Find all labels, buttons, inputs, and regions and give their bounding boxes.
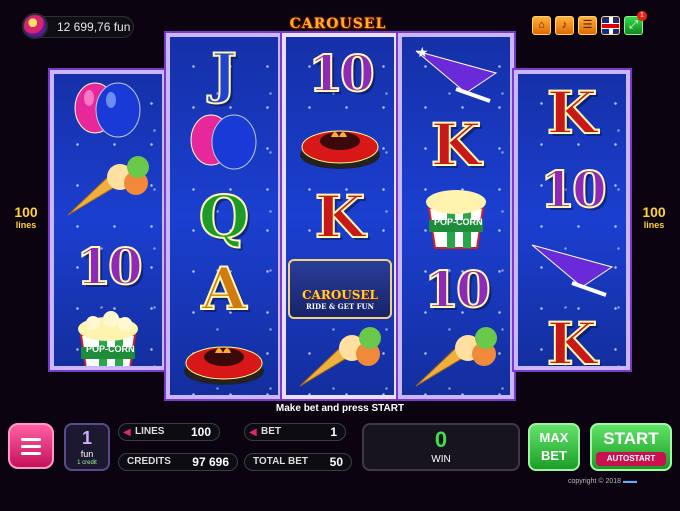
language-flag-icon[interactable] (601, 16, 620, 35)
lines-indicator-left-value: 100 (14, 204, 38, 220)
symbol-bumper-car (286, 109, 394, 181)
popcorn-icon (78, 310, 138, 366)
carousel-wild-badge: CAROUSEL RIDE & GET FUN (288, 259, 392, 319)
symbol-balloons (170, 109, 278, 181)
fullscreen-icon[interactable]: ⤢ 1 (624, 11, 647, 35)
credit-currency: fun (80, 449, 94, 459)
menu-icon-line (21, 444, 41, 448)
symbol-k: K (546, 78, 598, 148)
symbol-party-hat (518, 228, 626, 305)
reel-5: K 10 K (512, 68, 632, 372)
balance-coin-icon (22, 13, 48, 39)
sound-icon[interactable]: ♪ (555, 16, 574, 35)
chevron-left-icon[interactable]: ◀ (123, 425, 131, 441)
bumper-car-icon (184, 346, 264, 385)
win-display: 0 WIN (362, 423, 520, 471)
symbol-popcorn: POP-CORN (54, 305, 162, 366)
symbol-j: J (210, 40, 238, 106)
total-bet-display: TOTAL BET 50 (244, 453, 352, 471)
popcorn-label: POP-CORN (434, 217, 483, 227)
notification-badge: 1 (637, 11, 647, 21)
ice-cream-icon (67, 155, 149, 215)
popcorn-label: POP-CORN (86, 344, 135, 354)
developer-logo: ▬▬ (622, 478, 637, 485)
total-bet-label: TOTAL BET (253, 456, 308, 467)
reel-3: 10 K CAROUSEL RIDE & GET FUN (280, 31, 400, 401)
control-panel: 1 fun 1 credit ◀ LINES 100 ◀ BET 1 CREDI… (0, 415, 680, 511)
copyright-text: copyright © 2018 ▬▬ (568, 478, 637, 485)
credit-value: 1 (81, 428, 92, 448)
reel-1: 10 POP-CORN (48, 68, 168, 372)
lines-indicator-left: 100 lines (6, 204, 46, 232)
symbol-balloons (54, 74, 162, 151)
bet-selector[interactable]: ◀ BET 1 (244, 423, 346, 441)
total-bet-value: 50 (329, 455, 343, 469)
bet-value: 1 (330, 425, 337, 439)
symbol-10: 10 (75, 236, 144, 297)
party-hat-icon: ★ (415, 44, 498, 103)
lines-indicator-right-unit: lines (643, 220, 665, 230)
carousel-wild-subtitle: RIDE & GET FUN (305, 302, 375, 311)
start-button[interactable]: START AUTOSTART (590, 423, 672, 471)
credits-value: 97 696 (192, 455, 229, 469)
symbol-ice-cream (54, 151, 162, 228)
credit-value-selector[interactable]: 1 fun 1 credit (64, 423, 110, 471)
ice-cream-icon (415, 327, 497, 387)
carousel-wild-title: CAROUSEL (301, 288, 378, 302)
reel-4: ★ K POP-CORN 10 (396, 31, 516, 401)
win-label: WIN (431, 454, 451, 465)
lines-indicator-left-unit: lines (15, 220, 37, 230)
symbol-a: A (200, 254, 247, 324)
start-label: START (603, 429, 659, 448)
lines-indicator-right-value: 100 (642, 204, 666, 220)
symbol-carousel-wild: CAROUSEL RIDE & GET FUN (286, 253, 394, 325)
top-icon-bar: ⌂ ♪ ☰ ⤢ 1 (532, 11, 647, 35)
symbol-k: K (430, 110, 482, 180)
balloons-icon (74, 82, 141, 137)
bet-label: BET (261, 426, 281, 437)
party-hat-icon (531, 244, 614, 297)
menu-icon-line (21, 437, 41, 441)
symbol-q: Q (198, 182, 251, 252)
symbol-k: K (314, 182, 366, 252)
balloons-icon (190, 114, 257, 170)
status-message: Make bet and press START (275, 403, 405, 414)
balance-value: 12 699,76 fun (57, 20, 131, 34)
symbol-popcorn: POP-CORN (402, 181, 510, 253)
win-value: 0 (434, 427, 448, 452)
autostart-button[interactable]: AUTOSTART (596, 452, 666, 466)
symbol-10: 10 (423, 259, 492, 320)
game-title: CAROUSEL (289, 16, 387, 32)
credits-label: CREDITS (127, 456, 171, 467)
home-icon[interactable]: ⌂ (532, 16, 551, 35)
copyright-label: copyright © 2018 (568, 478, 622, 485)
bumper-car-icon (300, 130, 380, 169)
chevron-left-icon[interactable]: ◀ (249, 425, 257, 441)
lines-indicator-right: 100 lines (634, 204, 674, 232)
max-bet-label: MAX BET (539, 430, 569, 463)
symbol-party-hat: ★ (402, 37, 510, 109)
max-bet-button[interactable]: MAX BET (528, 423, 580, 471)
symbol-k: K (546, 309, 598, 370)
menu-button[interactable] (8, 423, 54, 469)
symbol-ice-cream (402, 325, 510, 395)
svg-text:★: ★ (416, 44, 429, 60)
symbol-ice-cream (286, 325, 394, 395)
credit-note: 1 credit (77, 460, 97, 466)
lines-label: LINES (135, 426, 165, 437)
symbol-10: 10 (539, 159, 608, 220)
credits-display: CREDITS 97 696 (118, 453, 238, 471)
lines-selector[interactable]: ◀ LINES 100 (118, 423, 220, 441)
ice-cream-icon (299, 327, 381, 387)
lines-value: 100 (190, 425, 211, 439)
paytable-icon[interactable]: ☰ (578, 16, 597, 35)
symbol-10: 10 (307, 43, 376, 104)
reel-2: J Q A (164, 31, 284, 401)
menu-icon-line (21, 451, 41, 455)
symbol-bumper-car (170, 325, 278, 395)
